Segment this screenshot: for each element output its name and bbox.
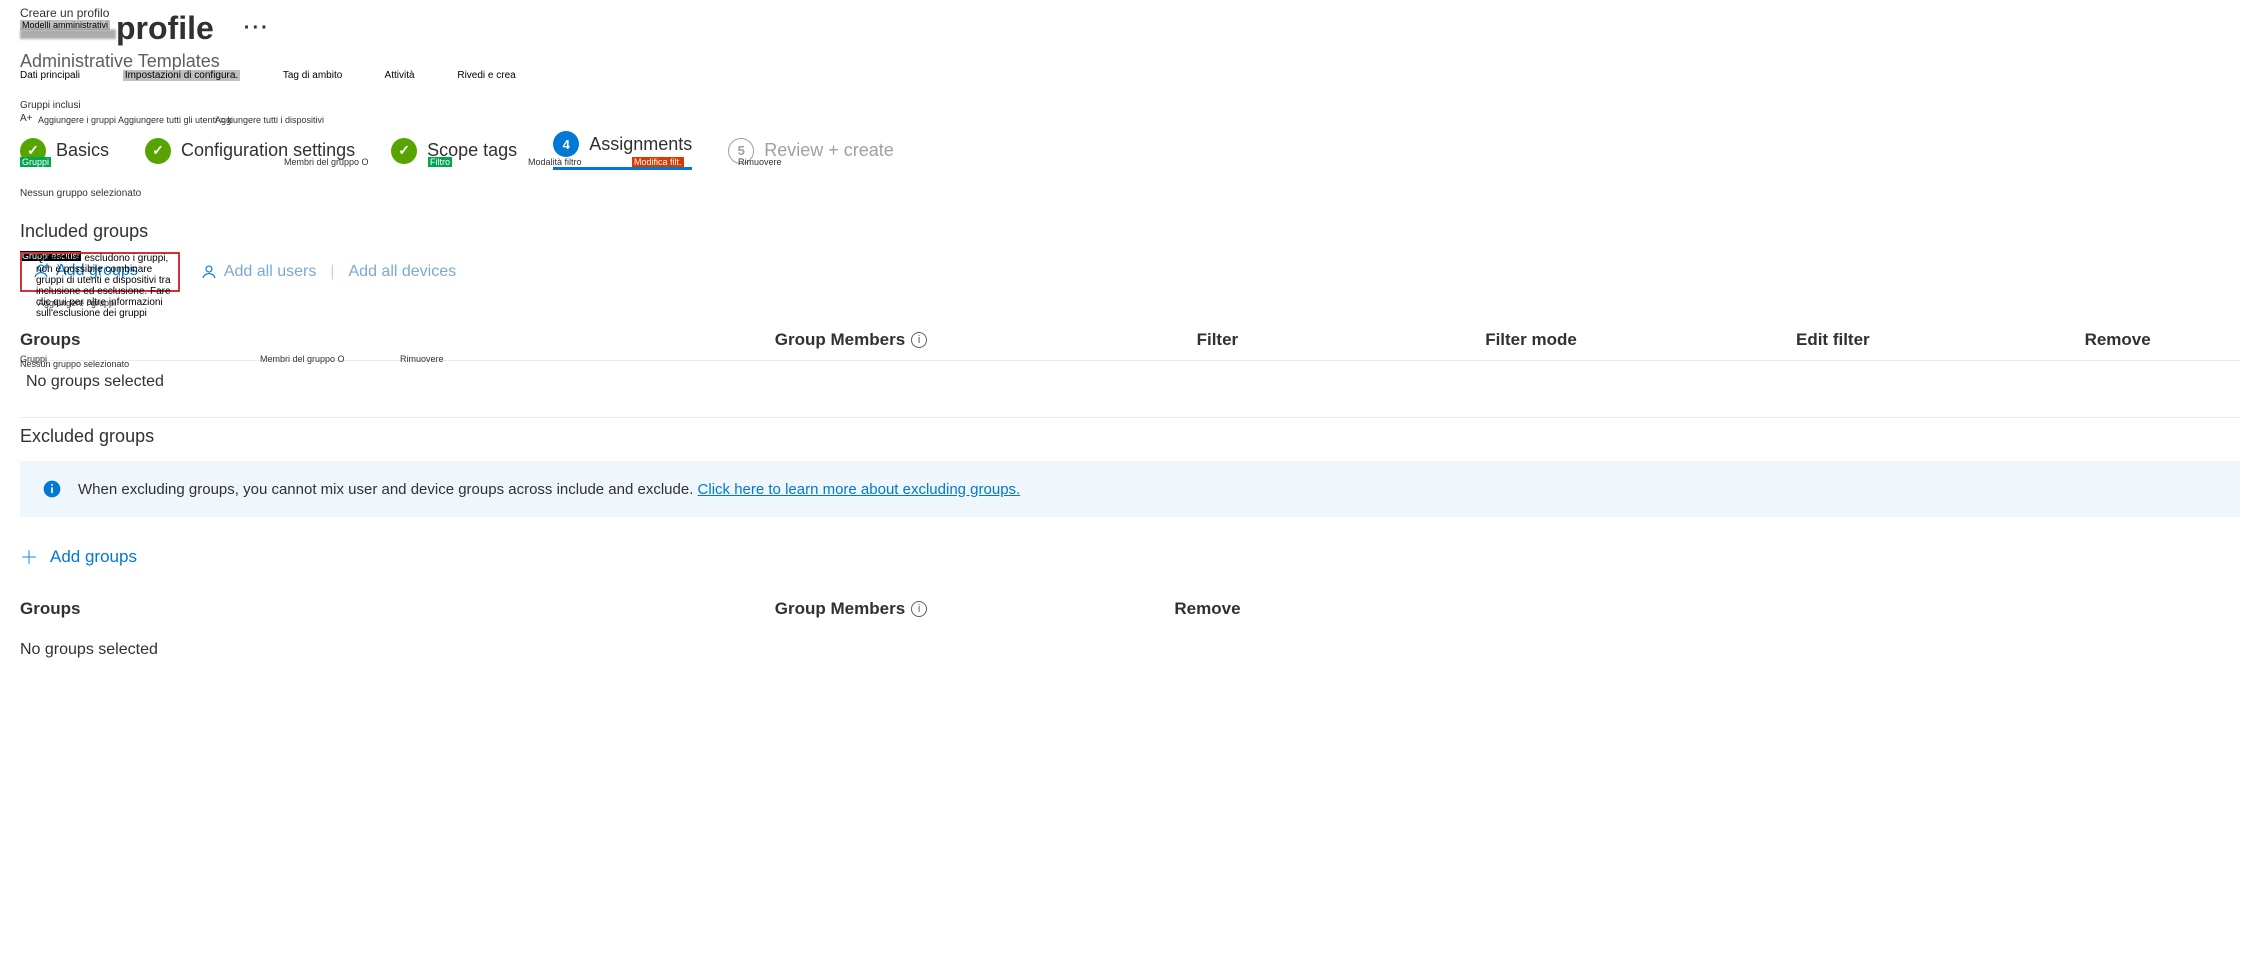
person-icon xyxy=(200,263,218,281)
overlay-tab-impostazioni: Impostazioni di configura. xyxy=(123,70,240,81)
ex-col-members: Group Members xyxy=(775,599,905,619)
step-label: Review + create xyxy=(764,140,894,161)
info-icon[interactable]: i xyxy=(911,332,927,348)
ex-col-remove: Remove xyxy=(1174,599,2240,619)
page-subtitle: Administrative Templates xyxy=(20,51,2240,72)
overlay-modifica-box: Modifica filt. xyxy=(632,157,684,167)
step-label: Assignments xyxy=(589,134,692,155)
col-edit-filter: Edit filter xyxy=(1796,330,2085,350)
nessun-gruppo-label: Nessun gruppo selezionato xyxy=(20,188,2240,199)
add-all-devices-button[interactable]: Add all devices xyxy=(349,263,457,281)
exclusion-info-bar: When excluding groups, you cannot mix us… xyxy=(20,461,2240,517)
info-icon[interactable]: i xyxy=(911,601,927,617)
overlay-tab-attivita: Attività xyxy=(385,70,415,81)
title-suffix: profile xyxy=(116,10,214,47)
info-icon xyxy=(42,479,62,499)
overlay-tab-rivedi: Rivedi e crea xyxy=(457,70,515,81)
add-all-devices-label: Add all devices xyxy=(349,263,457,281)
page-title: ▬▬▬ profile ··· xyxy=(20,10,2240,47)
col-remove: Remove xyxy=(2085,330,2240,350)
col-groups: Groups xyxy=(20,330,80,349)
check-icon xyxy=(391,138,417,164)
step-scope[interactable]: Scope tags xyxy=(391,138,517,164)
a-plus-indicator: A+ xyxy=(20,113,33,124)
overlay-gruppi-box: Gruppi xyxy=(20,157,51,167)
excluded-groups-heading: Excluded groups xyxy=(20,426,2240,447)
overlay-modalita: Modalità filtro xyxy=(528,157,582,167)
overlay-filtro-box: Filtro xyxy=(428,157,452,167)
step-label: Basics xyxy=(56,140,109,161)
add-all-users-label: Add all users xyxy=(224,263,317,281)
check-icon xyxy=(145,138,171,164)
more-icon[interactable]: ··· xyxy=(244,17,270,40)
overlay-membri: Membri del gruppo O xyxy=(284,157,369,167)
overlay-agg-gruppi: Aggiungere i gruppi xyxy=(38,115,116,125)
excluded-empty: No groups selected xyxy=(20,629,2240,667)
col-members: Group Members xyxy=(775,330,905,350)
excluded-table-header: Groups Group Members i Remove xyxy=(20,585,2240,629)
col-filter: Filter xyxy=(1197,330,1486,350)
overlay-tab-tag: Tag di ambito xyxy=(283,70,342,81)
ex-col-groups: Groups xyxy=(20,599,775,619)
col-filter-mode: Filter mode xyxy=(1485,330,1796,350)
overlay-rimuovere: Rimuovere xyxy=(738,157,782,167)
excluded-add-groups-label: Add groups xyxy=(50,547,137,567)
exclusion-notice-overlay: Quando si escludono i gruppi, non è poss… xyxy=(36,253,178,319)
overlay-nessun-2: Nessun gruppo selezionato xyxy=(20,359,129,369)
overlay-agg-dispositivi: Aggiungere tutti i dispositivi xyxy=(215,115,324,125)
included-table-header: Groups Gruppi Membri del gruppo O Rimuov… xyxy=(20,316,2240,361)
included-groups-heading: Included groups xyxy=(20,221,2240,242)
add-all-users-button[interactable]: Add all users xyxy=(200,263,317,281)
add-groups-highlight: Add groups Quando si escludono i gruppi,… xyxy=(20,252,180,292)
included-empty: No groups selected xyxy=(20,361,2240,399)
gruppi-inclusi-label: Gruppi inclusi xyxy=(20,100,2240,111)
plus-icon xyxy=(20,548,38,566)
overlay-tab-dati: Dati principali xyxy=(20,70,80,81)
exclusion-info-text: When excluding groups, you cannot mix us… xyxy=(78,481,698,498)
exclusion-info-link[interactable]: Click here to learn more about excluding… xyxy=(698,481,1021,498)
wizard-steps: Basics Configuration settings Scope tags… xyxy=(20,131,2240,170)
excluded-add-groups-button[interactable]: Add groups xyxy=(20,547,2240,567)
overlay-agg-gruppi-2: Aggiungere i gruppi xyxy=(38,298,116,308)
step-number: 4 xyxy=(553,131,579,157)
